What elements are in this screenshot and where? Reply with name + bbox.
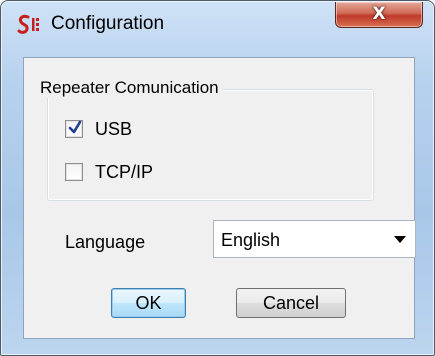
- repeater-communication-group: [47, 89, 374, 201]
- dialog-window: Configuration X Repeater Comunication US…: [0, 0, 435, 356]
- window-title: Configuration: [51, 13, 165, 34]
- dropdown-arrow-icon[interactable]: [394, 236, 406, 244]
- usb-checkbox-row[interactable]: USB: [65, 118, 132, 140]
- app-logo-icon: [17, 14, 39, 34]
- ok-button[interactable]: OK: [111, 288, 186, 318]
- tcpip-checkbox[interactable]: [65, 163, 83, 181]
- usb-label: USB: [95, 118, 133, 139]
- language-label: Language: [65, 232, 146, 252]
- cancel-button[interactable]: Cancel: [236, 288, 346, 318]
- group-legend: Repeater Comunication: [36, 78, 223, 98]
- dialog-body: Repeater Comunication USB TCP/IP Languag…: [23, 57, 416, 339]
- tcpip-checkbox-row[interactable]: TCP/IP: [65, 161, 153, 183]
- title-bar[interactable]: Configuration X: [1, 1, 434, 41]
- language-select[interactable]: English: [213, 220, 416, 258]
- usb-checkbox[interactable]: [65, 120, 83, 138]
- close-icon: X: [372, 4, 386, 24]
- language-select-value: English: [221, 230, 281, 250]
- checkmark-icon: [68, 120, 82, 134]
- tcpip-label: TCP/IP: [95, 161, 154, 182]
- close-button[interactable]: X: [335, 2, 423, 28]
